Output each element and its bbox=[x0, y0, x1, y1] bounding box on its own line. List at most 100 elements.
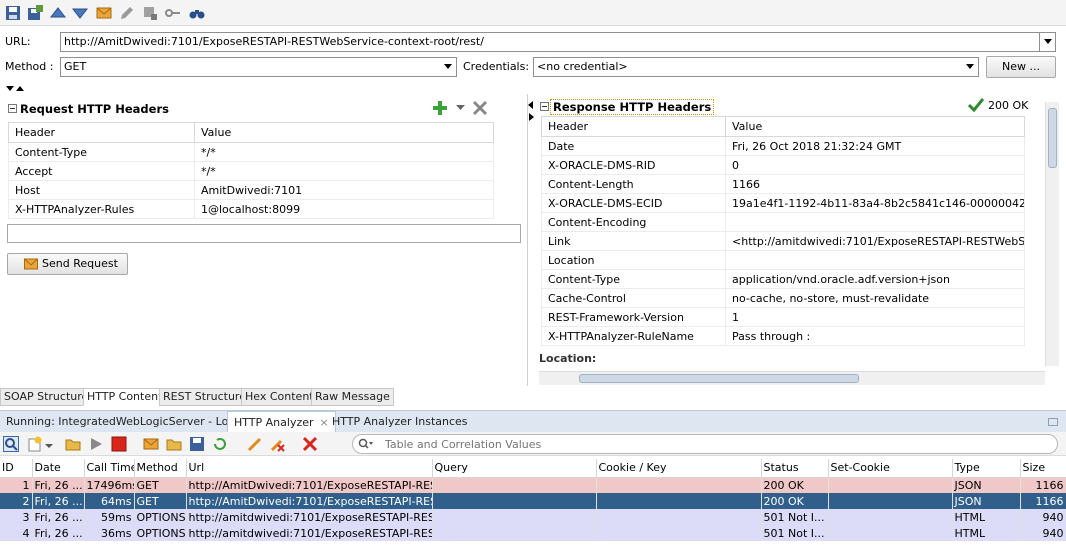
cell-call-time[interactable]: 64ms bbox=[84, 493, 135, 509]
cell-status[interactable]: 200 OK bbox=[761, 493, 829, 509]
cell-status[interactable]: 501 Not I... bbox=[761, 509, 829, 525]
cell-size[interactable]: 1166 bbox=[1020, 477, 1066, 493]
request-header-value[interactable]: AmitDwivedi:7101 bbox=[194, 180, 494, 200]
request-header-row[interactable]: X-HTTPAnalyzer-Rules 1@localhost:8099 bbox=[8, 199, 494, 219]
col-size[interactable]: Size bbox=[1020, 459, 1066, 478]
response-header-row[interactable]: X-ORACLE-DMS-ECID 19a1e4f1-1192-4b11-83a4… bbox=[541, 193, 1025, 213]
add-header-dropdown-icon[interactable] bbox=[456, 105, 465, 111]
clear-icon[interactable] bbox=[246, 436, 262, 452]
cell-id[interactable]: 1 bbox=[0, 477, 33, 493]
response-collapse-icon[interactable] bbox=[540, 102, 549, 111]
cell-method[interactable]: GET bbox=[134, 493, 187, 509]
response-hscrollbar[interactable] bbox=[539, 371, 1045, 385]
response-header-row[interactable]: Location bbox=[541, 250, 1025, 270]
cell-type[interactable]: HTML bbox=[952, 525, 1021, 541]
cell-type[interactable]: JSON bbox=[952, 493, 1021, 509]
col-call-time[interactable]: Call Time bbox=[84, 459, 135, 478]
cell-id[interactable]: 3 bbox=[0, 509, 33, 525]
tab-server-log[interactable]: Running: IntegratedWebLogicServer - Log bbox=[0, 411, 241, 433]
clear-selected-icon[interactable] bbox=[269, 436, 285, 452]
open-folder-icon[interactable] bbox=[65, 436, 81, 452]
tab-http-analyzer[interactable]: HTTP Analyzer × bbox=[227, 411, 336, 433]
request-header-name[interactable]: Content-Type bbox=[8, 142, 195, 162]
search-field[interactable] bbox=[352, 434, 1058, 454]
col-date[interactable]: Date bbox=[32, 459, 85, 478]
request-col-header[interactable]: Header bbox=[8, 122, 195, 143]
tab-hex-content[interactable]: Hex Content bbox=[241, 388, 318, 406]
cell-cookie[interactable] bbox=[596, 493, 762, 509]
cell-size[interactable]: 1166 bbox=[1020, 493, 1066, 509]
request-header-value[interactable]: 1@localhost:8099 bbox=[194, 199, 494, 219]
request-col-value[interactable]: Value bbox=[194, 122, 494, 143]
cell-query[interactable] bbox=[432, 525, 597, 541]
method-select[interactable]: GET bbox=[60, 57, 457, 77]
table-row[interactable]: 1 Fri, 26 ... 17496ms GET http://AmitDwi… bbox=[0, 477, 1066, 493]
credentials-dropdown-icon[interactable] bbox=[962, 58, 978, 76]
key-icon[interactable] bbox=[165, 5, 181, 21]
cell-method[interactable]: GET bbox=[134, 477, 187, 493]
tab-http-analyzer-instances[interactable]: HTTP Analyzer Instances bbox=[326, 411, 474, 433]
delete-icon[interactable] bbox=[302, 436, 318, 452]
new-credential-button[interactable]: New ... bbox=[986, 56, 1056, 78]
pencil-icon[interactable] bbox=[119, 5, 135, 21]
col-set-cookie[interactable]: Set-Cookie bbox=[828, 459, 953, 478]
cell-url[interactable]: http://amitdwivedi:7101/ExposeRESTAPI-RE… bbox=[186, 509, 433, 525]
request-header-name[interactable]: Accept bbox=[8, 161, 195, 181]
col-id[interactable]: ID bbox=[0, 459, 33, 478]
save-as-icon[interactable] bbox=[27, 5, 43, 21]
splitter-arrows-icon[interactable] bbox=[6, 86, 26, 94]
request-header-name[interactable]: Host bbox=[8, 180, 195, 200]
envelope-icon[interactable] bbox=[96, 5, 112, 21]
search-details-icon[interactable] bbox=[3, 436, 19, 452]
request-collapse-icon[interactable] bbox=[8, 104, 17, 113]
col-method[interactable]: Method bbox=[134, 459, 187, 478]
cell-cookie[interactable] bbox=[596, 509, 762, 525]
cell-query[interactable] bbox=[432, 493, 597, 509]
search-icon[interactable] bbox=[358, 438, 374, 450]
response-col-header[interactable]: Header bbox=[541, 116, 726, 137]
col-url[interactable]: Url bbox=[186, 459, 433, 478]
new-request-icon[interactable] bbox=[27, 436, 43, 452]
cell-method[interactable]: OPTIONS bbox=[134, 509, 187, 525]
response-vscrollbar[interactable] bbox=[1045, 102, 1059, 366]
cell-url[interactable]: http://AmitDwivedi:7101/ExposeRESTAPI-RE… bbox=[186, 493, 433, 509]
minimize-icon[interactable] bbox=[1048, 418, 1058, 426]
open-folder-icon[interactable] bbox=[166, 436, 182, 452]
table-row[interactable]: 2 Fri, 26 ... 64ms GET http://AmitDwived… bbox=[0, 493, 1066, 509]
cell-set-cookie[interactable] bbox=[828, 509, 953, 525]
response-header-row[interactable]: X-HTTPAnalyzer-RuleName Pass through : bbox=[541, 326, 1025, 346]
panel-divider-arrows-icon[interactable] bbox=[527, 100, 535, 122]
response-header-row[interactable]: Cache-Control no-cache, no-store, must-re… bbox=[541, 288, 1025, 308]
cell-status[interactable]: 200 OK bbox=[761, 477, 829, 493]
cell-url[interactable]: http://AmitDwivedi:7101/ExposeRESTAPI-RE… bbox=[186, 477, 433, 493]
send-request-button[interactable]: Send Request bbox=[7, 253, 128, 275]
envelope-icon[interactable] bbox=[143, 436, 159, 452]
cell-id[interactable]: 2 bbox=[0, 493, 33, 509]
start-icon[interactable] bbox=[88, 436, 104, 452]
response-header-row[interactable]: Date Fri, 26 Oct 2018 21:32:24 GMT bbox=[541, 136, 1025, 156]
delete-header-icon[interactable] bbox=[472, 100, 488, 116]
cell-call-time[interactable]: 59ms bbox=[84, 509, 135, 525]
cell-cookie[interactable] bbox=[596, 477, 762, 493]
cell-query[interactable] bbox=[432, 509, 597, 525]
method-dropdown-icon[interactable] bbox=[440, 58, 456, 76]
response-header-row[interactable]: Content-Encoding bbox=[541, 212, 1025, 232]
col-status[interactable]: Status bbox=[761, 459, 829, 478]
cell-set-cookie[interactable] bbox=[828, 525, 953, 541]
cell-method[interactable]: OPTIONS bbox=[134, 525, 187, 541]
response-header-row[interactable]: REST-Framework-Version 1 bbox=[541, 307, 1025, 327]
response-hscroll-thumb[interactable] bbox=[579, 374, 859, 383]
request-header-value[interactable]: */* bbox=[194, 161, 494, 181]
credentials-select[interactable]: <no credential> bbox=[533, 57, 979, 77]
cell-date[interactable]: Fri, 26 ... bbox=[32, 509, 85, 525]
request-header-value[interactable]: */* bbox=[194, 142, 494, 162]
add-header-icon[interactable] bbox=[432, 100, 448, 116]
response-header-row[interactable]: X-ORACLE-DMS-RID 0 bbox=[541, 155, 1025, 175]
tab-rest-structure[interactable]: REST Structure bbox=[159, 388, 250, 406]
cell-date[interactable]: Fri, 26 ... bbox=[32, 525, 85, 541]
up-arrow-icon[interactable] bbox=[50, 5, 66, 21]
cell-query[interactable] bbox=[432, 477, 597, 493]
cell-size[interactable]: 940 bbox=[1020, 509, 1066, 525]
cell-type[interactable]: HTML bbox=[952, 509, 1021, 525]
cell-cookie[interactable] bbox=[596, 525, 762, 541]
